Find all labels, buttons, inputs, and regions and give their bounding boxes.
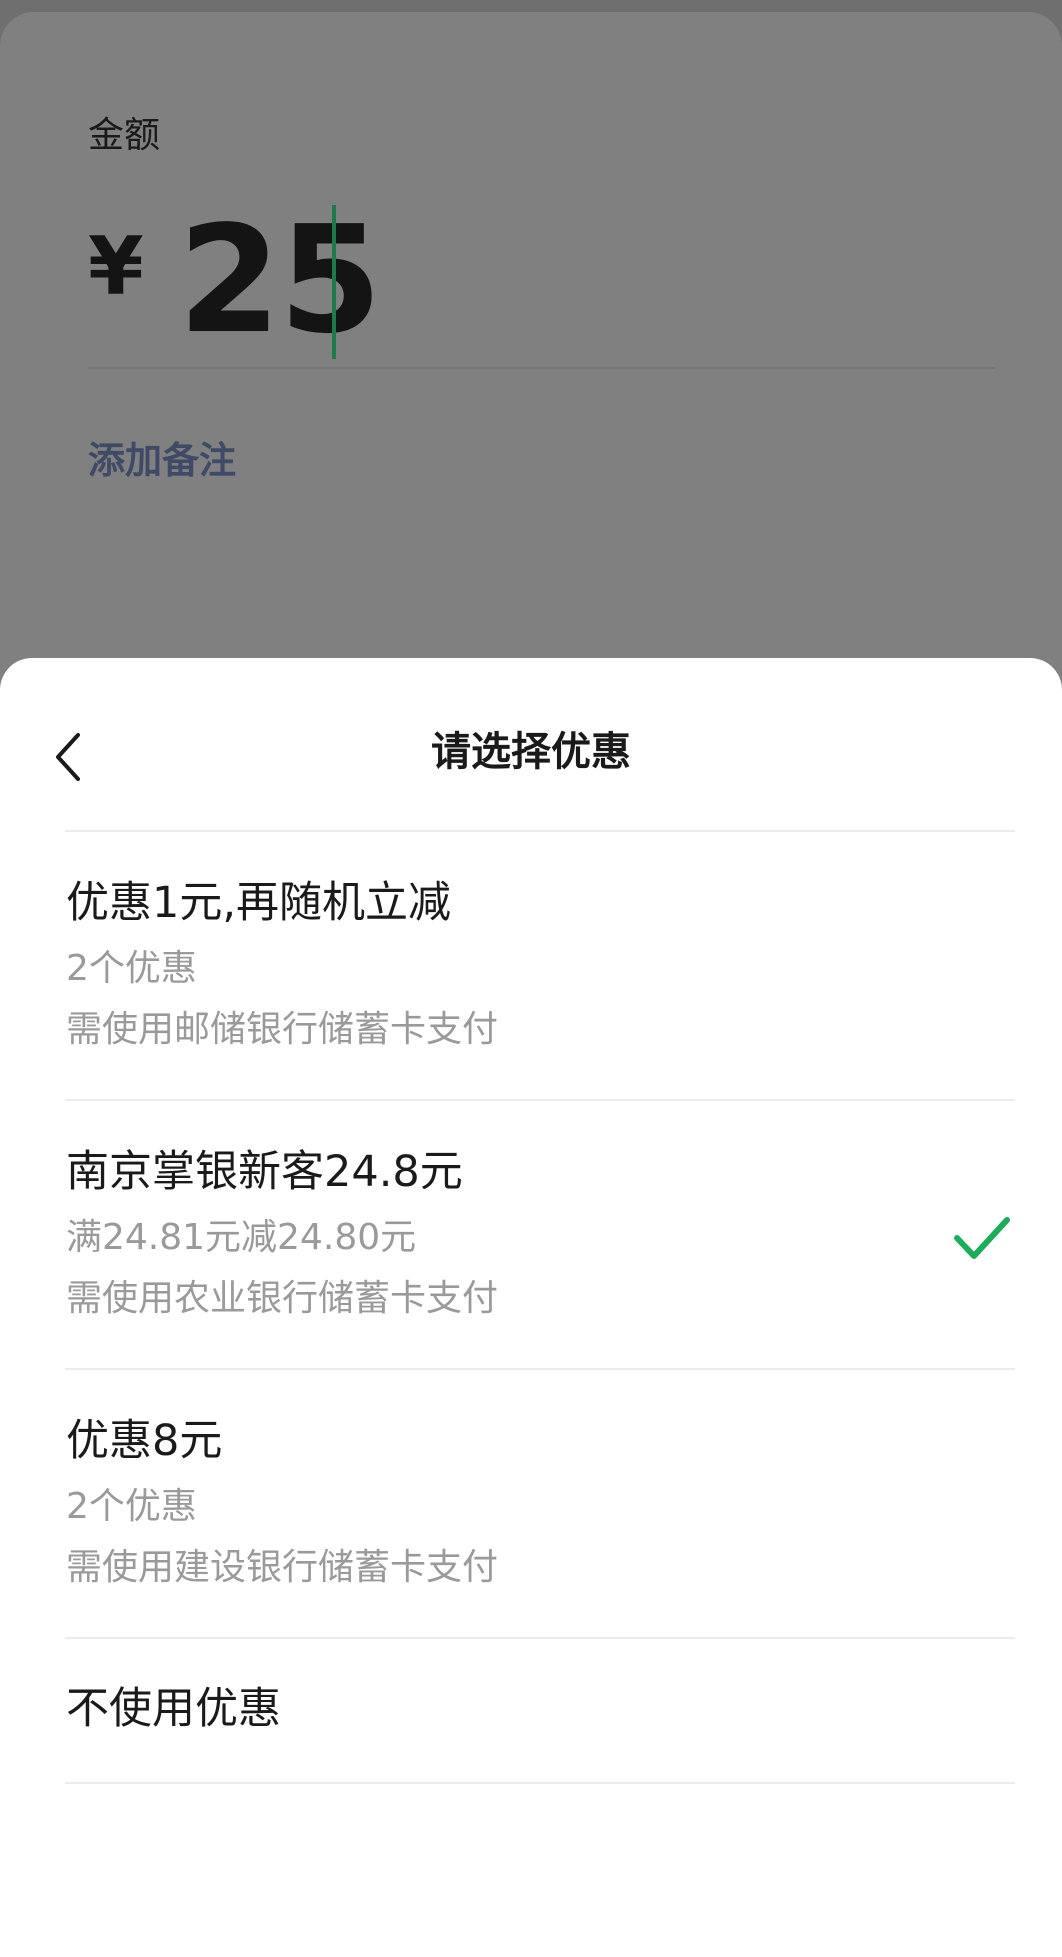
amount-underline <box>88 367 994 369</box>
option-title: 优惠1元,再随机立减 <box>66 878 452 928</box>
checkmark-icon <box>954 1217 1010 1259</box>
option-requirement: 需使用建设银行储蓄卡支付 <box>66 1547 499 1588</box>
add-note-link[interactable]: 添加备注 <box>88 437 236 485</box>
option-detail: 2个优惠 <box>66 948 197 989</box>
divider <box>65 1368 1015 1370</box>
option-detail: 2个优惠 <box>66 1486 197 1527</box>
option-title: 优惠8元 <box>66 1416 223 1466</box>
text-cursor <box>332 205 336 359</box>
amount-label: 金额 <box>88 115 161 156</box>
divider <box>65 1782 1015 1784</box>
divider <box>65 830 1015 832</box>
option-requirement: 需使用邮储银行储蓄卡支付 <box>66 1009 499 1050</box>
option-detail: 满24.81元减24.80元 <box>66 1217 417 1258</box>
option-title: 不使用优惠 <box>66 1684 281 1734</box>
amount-input[interactable]: 25 <box>178 200 382 360</box>
no-discount-option[interactable]: 不使用优惠 <box>0 1679 1062 1779</box>
discount-option-postal[interactable]: 优惠1元,再随机立减 2个优惠 需使用邮储银行储蓄卡支付 <box>0 873 1062 1088</box>
option-title: 南京掌银新客24.8元 <box>66 1147 463 1197</box>
discount-option-construction[interactable]: 优惠8元 2个优惠 需使用建设银行储蓄卡支付 <box>0 1411 1062 1626</box>
currency-symbol: ¥ <box>88 220 144 313</box>
discount-option-agricultural[interactable]: 南京掌银新客24.8元 满24.81元减24.80元 需使用农业银行储蓄卡支付 <box>0 1142 1062 1357</box>
sheet-title: 请选择优惠 <box>431 729 631 775</box>
option-requirement: 需使用农业银行储蓄卡支付 <box>66 1278 499 1319</box>
discount-sheet: 请选择优惠 优惠1元,再随机立减 2个优惠 需使用邮储银行储蓄卡支付 南京掌银新… <box>0 658 1062 1957</box>
divider <box>65 1099 1015 1101</box>
divider <box>65 1637 1015 1639</box>
